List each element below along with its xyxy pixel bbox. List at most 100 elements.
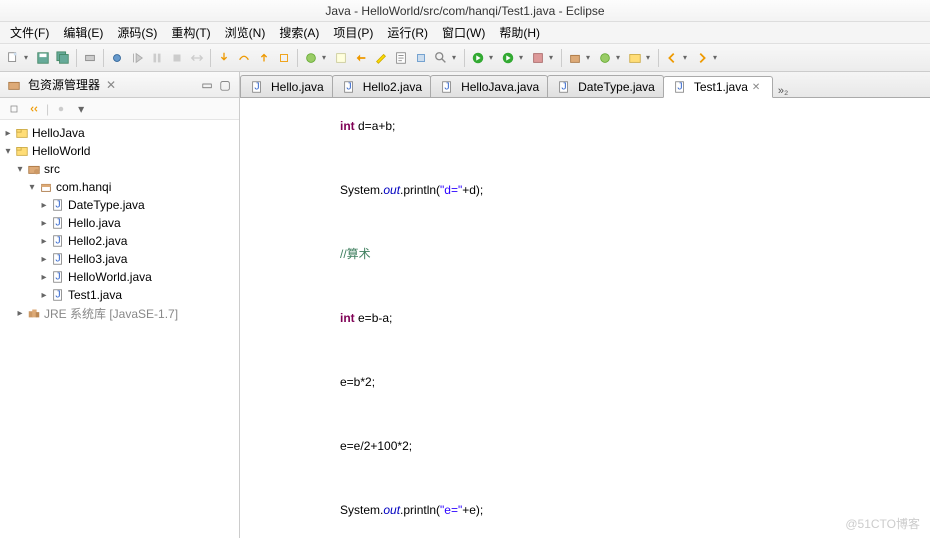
dropdown-icon[interactable]: ▾	[24, 53, 32, 62]
disconnect-button[interactable]	[188, 49, 206, 67]
code-line[interactable]: int d=a+b;	[340, 110, 930, 142]
code-line[interactable]: e=e/2+100*2;	[340, 430, 930, 462]
dropdown-icon[interactable]: ▾	[452, 53, 460, 62]
link-editor-icon[interactable]	[26, 101, 42, 117]
tree-file[interactable]: ▸JHello2.java	[2, 232, 237, 250]
focus-task-icon[interactable]	[53, 101, 69, 117]
dropdown-icon[interactable]: ▾	[713, 53, 721, 62]
code-line[interactable]	[340, 398, 930, 430]
dropdown-icon[interactable]: ▾	[549, 53, 557, 62]
code-line[interactable]: System.out.println("e="+e);	[340, 494, 930, 526]
terminate-button[interactable]	[168, 49, 186, 67]
new-package-button[interactable]	[566, 49, 584, 67]
open-type-button[interactable]	[332, 49, 350, 67]
dropdown-icon[interactable]: ▾	[646, 53, 654, 62]
code-line[interactable]	[340, 142, 930, 174]
close-view-icon[interactable]: ✕	[106, 78, 116, 92]
menu-source[interactable]: 源码(S)	[111, 22, 163, 43]
drop-frame-button[interactable]	[275, 49, 293, 67]
menu-edit[interactable]: 编辑(E)	[57, 22, 109, 43]
suspend-button[interactable]	[148, 49, 166, 67]
step-into-button[interactable]	[215, 49, 233, 67]
editor-tab[interactable]: JHelloJava.java	[430, 75, 548, 97]
run-button[interactable]	[499, 49, 517, 67]
skip-breakpoint-button[interactable]	[108, 49, 126, 67]
code-line[interactable]	[340, 334, 930, 366]
back-button[interactable]	[663, 49, 681, 67]
code-line[interactable]: int e=b-a;	[340, 302, 930, 334]
collapse-all-icon[interactable]	[6, 101, 22, 117]
resume-button[interactable]	[128, 49, 146, 67]
dropdown-icon[interactable]: ▾	[322, 53, 330, 62]
dropdown-icon[interactable]: ▾	[586, 53, 594, 62]
step-return-button[interactable]	[255, 49, 273, 67]
dropdown-icon[interactable]: ▾	[489, 53, 497, 62]
task-button[interactable]	[392, 49, 410, 67]
step-over-button[interactable]	[235, 49, 253, 67]
dropdown-icon[interactable]: ▾	[616, 53, 624, 62]
tree-file[interactable]: ▸JHello.java	[2, 214, 237, 232]
toggle-mark-button[interactable]	[372, 49, 390, 67]
new-class-button[interactable]	[596, 49, 614, 67]
menu-help[interactable]: 帮助(H)	[493, 22, 546, 43]
menu-bar: 文件(F) 编辑(E) 源码(S) 重构(T) 浏览(N) 搜索(A) 项目(P…	[0, 22, 930, 44]
pin-button[interactable]	[412, 49, 430, 67]
tree-file[interactable]: ▸JTest1.java	[2, 286, 237, 304]
last-edit-button[interactable]	[352, 49, 370, 67]
svg-text:J: J	[55, 199, 60, 211]
save-button[interactable]	[34, 49, 52, 67]
close-icon[interactable]: ✕	[752, 82, 764, 93]
view-menu-icon[interactable]: ▾	[73, 101, 89, 117]
editor-tab[interactable]: JHello2.java	[332, 75, 431, 97]
code-line[interactable]	[340, 270, 930, 302]
editor-tab[interactable]: JTest1.java✕	[663, 76, 773, 98]
code-line[interactable]	[340, 526, 930, 538]
editor-tab[interactable]: JHello.java	[240, 75, 333, 97]
java-file-icon: J	[50, 251, 66, 267]
menu-project[interactable]: 项目(P)	[327, 22, 379, 43]
tree-file[interactable]: ▸JHelloWorld.java	[2, 268, 237, 286]
dropdown-icon[interactable]: ▾	[519, 53, 527, 62]
svg-text:J: J	[55, 289, 60, 301]
java-file-icon: J	[50, 233, 66, 249]
print-button[interactable]	[81, 49, 99, 67]
new-folder-button[interactable]	[626, 49, 644, 67]
code-line[interactable]	[340, 462, 930, 494]
separator	[658, 49, 659, 67]
menu-window[interactable]: 窗口(W)	[436, 22, 491, 43]
menu-search[interactable]: 搜索(A)	[273, 22, 325, 43]
minimize-icon[interactable]: ▭	[199, 77, 215, 93]
search-button[interactable]	[432, 49, 450, 67]
menu-refactor[interactable]: 重构(T)	[165, 22, 216, 43]
menu-file[interactable]: 文件(F)	[4, 22, 55, 43]
tree-project[interactable]: ▾HelloWorld	[2, 142, 237, 160]
code-line[interactable]: e=b*2;	[340, 366, 930, 398]
save-all-button[interactable]	[54, 49, 72, 67]
new-button[interactable]	[4, 49, 22, 67]
dropdown-icon[interactable]: ▾	[683, 53, 691, 62]
coverage-button[interactable]	[529, 49, 547, 67]
tree-file[interactable]: ▸JDateType.java	[2, 196, 237, 214]
debug-button[interactable]	[302, 49, 320, 67]
tree-file[interactable]: ▸JHello3.java	[2, 250, 237, 268]
tree-package[interactable]: ▾com.hanqi	[2, 178, 237, 196]
project-tree[interactable]: ▸HelloJava▾HelloWorld▾src▾com.hanqi▸JDat…	[0, 120, 239, 538]
java-file-icon: J	[50, 269, 66, 285]
package-explorer-icon	[6, 77, 22, 93]
menu-navigate[interactable]: 浏览(N)	[219, 22, 272, 43]
forward-button[interactable]	[693, 49, 711, 67]
maximize-icon[interactable]: ▢	[217, 77, 233, 93]
run-last-button[interactable]	[469, 49, 487, 67]
tree-jre[interactable]: ▸JRE 系统库 [JavaSE-1.7]	[2, 304, 237, 322]
tree-project[interactable]: ▸HelloJava	[2, 124, 237, 142]
menu-run[interactable]: 运行(R)	[381, 22, 434, 43]
java-file-icon: J	[439, 79, 455, 95]
tree-src[interactable]: ▾src	[2, 160, 237, 178]
code-editor[interactable]: int d=a+b; System.out.println("d="+d); /…	[240, 98, 930, 538]
code-line[interactable]: System.out.println("d="+d);	[340, 174, 930, 206]
tab-overflow[interactable]: »₂	[772, 85, 794, 97]
code-line[interactable]	[340, 206, 930, 238]
code-line[interactable]: //算术	[340, 238, 930, 270]
project-icon	[14, 143, 30, 159]
editor-tab[interactable]: JDateType.java	[547, 75, 664, 97]
